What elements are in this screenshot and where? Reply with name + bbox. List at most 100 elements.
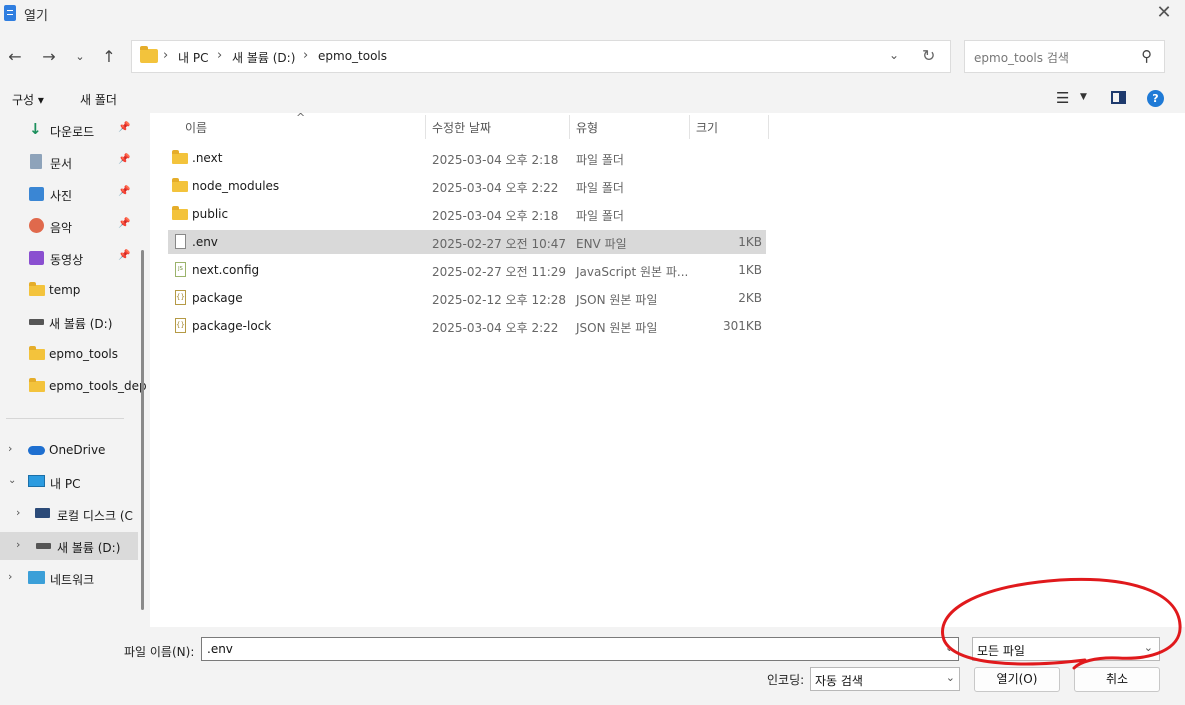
file-type-select[interactable]: 모든 파일 ⌄ — [972, 637, 1160, 661]
breadcrumb-drive-d[interactable]: 새 볼륨 (D:) — [232, 49, 295, 66]
chevron-right-icon[interactable]: › — [16, 538, 20, 551]
sidebar-item-music[interactable]: 음악 📌 — [0, 212, 138, 240]
file-row[interactable]: .next 2025-03-04 오후 2:18 파일 폴더 — [168, 146, 766, 170]
pin-icon[interactable]: 📌 — [118, 250, 130, 261]
column-header-name[interactable]: 이름 — [185, 119, 207, 136]
folder-icon — [29, 346, 45, 360]
breadcrumb-epmo-tools[interactable]: epmo_tools — [318, 49, 387, 63]
drive-icon — [29, 319, 44, 325]
network-icon — [28, 571, 45, 584]
column-header-type[interactable]: 유형 — [576, 119, 598, 136]
close-button[interactable]: ✕ — [1153, 3, 1175, 25]
sidebar-divider — [6, 418, 124, 419]
sidebar-item-local-disk-c[interactable]: › 로컬 디스크 (C — [0, 500, 138, 528]
chevron-down-icon[interactable]: ⌄ — [946, 671, 955, 684]
column-divider[interactable] — [569, 115, 570, 139]
preview-pane-icon[interactable] — [1111, 91, 1126, 104]
folder-icon — [172, 150, 188, 164]
sidebar-item-epmo-tools[interactable]: epmo_tools — [0, 340, 138, 368]
js-file-icon: JS — [175, 262, 186, 277]
file-row[interactable]: {} package-lock 2025-03-04 오후 2:22 JSON … — [168, 314, 766, 338]
encoding-value: 자동 검색 — [815, 674, 863, 688]
file-row[interactable]: node_modules 2025-03-04 오후 2:22 파일 폴더 — [168, 174, 766, 198]
pin-icon[interactable]: 📌 — [118, 122, 130, 133]
address-bar[interactable]: › 내 PC › 새 볼륨 (D:) › epmo_tools ⌄ ↻ — [131, 40, 951, 73]
folder-icon — [29, 378, 45, 392]
json-file-icon: {} — [175, 290, 186, 305]
up-arrow-icon[interactable]: ↑ — [97, 46, 121, 68]
help-icon[interactable]: ? — [1147, 90, 1164, 107]
forward-arrow-icon[interactable]: → — [37, 46, 61, 68]
video-icon — [29, 251, 44, 265]
file-icon — [175, 234, 186, 249]
view-dropdown-icon[interactable]: ▼ — [1080, 92, 1087, 102]
refresh-icon[interactable]: ↻ — [922, 46, 935, 65]
address-dropdown-icon[interactable]: ⌄ — [889, 48, 899, 62]
filename-input[interactable]: .env ⌄ — [201, 637, 959, 661]
sidebar-item-temp[interactable]: temp — [0, 276, 138, 304]
sidebar-item-documents[interactable]: 문서 📌 — [0, 148, 138, 176]
sidebar-item-volume-d[interactable]: › 새 볼륨 (D:) — [0, 532, 138, 560]
drive-icon — [36, 543, 51, 549]
chevron-down-icon[interactable]: ⌄ — [945, 641, 954, 654]
sidebar-item-this-pc[interactable]: ⌄ 내 PC — [0, 468, 138, 496]
filename-value: .env — [207, 642, 233, 656]
sidebar-item-network[interactable]: › 네트워크 — [0, 564, 138, 592]
organize-menu-button[interactable]: 구성 ▾ — [12, 91, 44, 108]
local-disk-icon — [35, 508, 50, 518]
computer-icon — [28, 475, 45, 487]
pin-icon[interactable]: 📌 — [118, 154, 130, 165]
dialog-footer: 파일 이름(N): .env ⌄ 모든 파일 ⌄ 인코딩: 자동 검색 ⌄ 열기… — [0, 627, 1185, 705]
sidebar-item-volume-d[interactable]: 새 볼륨 (D:) — [0, 308, 138, 336]
encoding-label: 인코딩: — [767, 673, 805, 687]
column-divider[interactable] — [689, 115, 690, 139]
document-icon — [30, 154, 42, 169]
new-folder-button[interactable]: 새 폴더 — [80, 91, 117, 108]
sidebar-scrollbar[interactable] — [141, 250, 144, 610]
breadcrumb-chevron-icon[interactable]: › — [163, 48, 168, 63]
folder-icon — [172, 178, 188, 192]
sidebar-item-videos[interactable]: 동영상 📌 — [0, 244, 138, 272]
navigation-bar: ← → ⌄ ↑ › 내 PC › 새 볼륨 (D:) › epmo_tools … — [0, 28, 1185, 85]
column-header-date[interactable]: 수정한 날짜 — [432, 119, 491, 136]
pin-icon[interactable]: 📌 — [118, 218, 130, 229]
cloud-icon — [28, 446, 45, 455]
recent-locations-chevron-icon[interactable]: ⌄ — [68, 46, 92, 68]
cancel-button[interactable]: 취소 — [1074, 667, 1160, 692]
chevron-right-icon[interactable]: › — [8, 442, 12, 455]
notepad-icon — [4, 5, 16, 21]
breadcrumb-chevron-icon[interactable]: › — [303, 48, 308, 63]
open-button[interactable]: 열기(O) — [974, 667, 1060, 692]
sidebar-item-downloads[interactable]: ↓ 다운로드 📌 — [0, 116, 138, 144]
chevron-down-icon[interactable]: ⌄ — [8, 475, 16, 486]
folder-icon — [29, 282, 45, 296]
encoding-select[interactable]: 자동 검색 ⌄ — [810, 667, 960, 691]
search-icon[interactable]: ⚲ — [1141, 47, 1152, 65]
sidebar-item-pictures[interactable]: 사진 📌 — [0, 180, 138, 208]
search-input[interactable]: epmo_tools 검색 ⚲ — [964, 40, 1165, 73]
column-divider[interactable] — [425, 115, 426, 139]
filename-label: 파일 이름(N): — [124, 645, 195, 659]
breadcrumb-chevron-icon[interactable]: › — [217, 48, 222, 63]
file-row-selected[interactable]: .env 2025-02-27 오전 10:47 ENV 파일 1KB — [168, 230, 766, 254]
file-row[interactable]: {} package 2025-02-12 오후 12:28 JSON 원본 파… — [168, 286, 766, 310]
pin-icon[interactable]: 📌 — [118, 186, 130, 197]
chevron-right-icon[interactable]: › — [8, 570, 12, 583]
file-row[interactable]: JS next.config 2025-02-27 오전 11:29 JavaS… — [168, 258, 766, 282]
window-title: 열기 — [24, 9, 48, 24]
command-bar: 구성 ▾ 새 폴더 ☰ ▼ ? — [0, 85, 1185, 113]
file-type-value: 모든 파일 — [977, 644, 1025, 658]
column-divider[interactable] — [768, 115, 769, 139]
sidebar-item-epmo-tools-dep[interactable]: epmo_tools_dep — [0, 372, 147, 400]
chevron-right-icon[interactable]: › — [16, 506, 20, 519]
back-arrow-icon[interactable]: ← — [3, 46, 27, 68]
download-icon: ↓ — [29, 120, 42, 138]
folder-icon — [140, 46, 158, 63]
chevron-down-icon[interactable]: ⌄ — [1144, 641, 1153, 654]
title-bar: 열기 ✕ — [0, 0, 1185, 28]
file-row[interactable]: public 2025-03-04 오후 2:18 파일 폴더 — [168, 202, 766, 226]
column-header-size[interactable]: 크기 — [696, 119, 718, 136]
breadcrumb-this-pc[interactable]: 내 PC — [178, 49, 208, 66]
sidebar-item-onedrive[interactable]: › OneDrive — [0, 436, 138, 464]
view-options-icon[interactable]: ☰ — [1056, 89, 1069, 107]
